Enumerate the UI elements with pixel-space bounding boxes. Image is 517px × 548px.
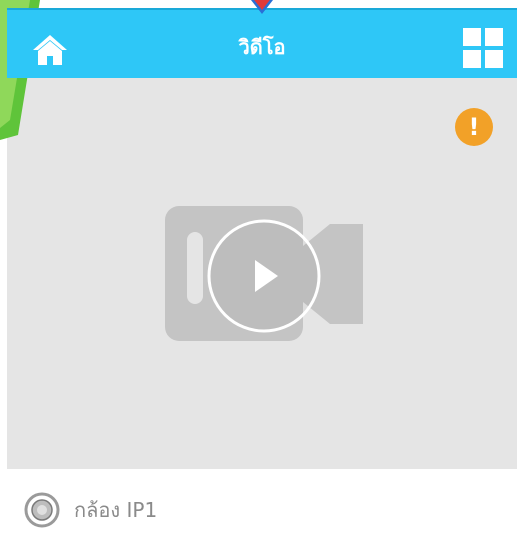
camera-list-item[interactable]: กล้อง IP1 (24, 490, 157, 530)
top-pointer-indicator (250, 0, 274, 15)
page-title: วิดีโอ (238, 35, 286, 59)
grid-layout-button[interactable] (463, 28, 503, 68)
top-app-bar: วิดีโอ (7, 8, 517, 78)
app-screen: วิดีโอ ! กล้อง IP1 (0, 0, 517, 548)
video-player[interactable]: ! (7, 78, 517, 469)
camera-name-label: กล้อง IP1 (74, 498, 158, 522)
play-button[interactable] (206, 218, 322, 334)
alert-icon[interactable]: ! (455, 108, 493, 146)
grid-layout-icon (463, 28, 481, 46)
camera-lens-icon (24, 492, 60, 528)
